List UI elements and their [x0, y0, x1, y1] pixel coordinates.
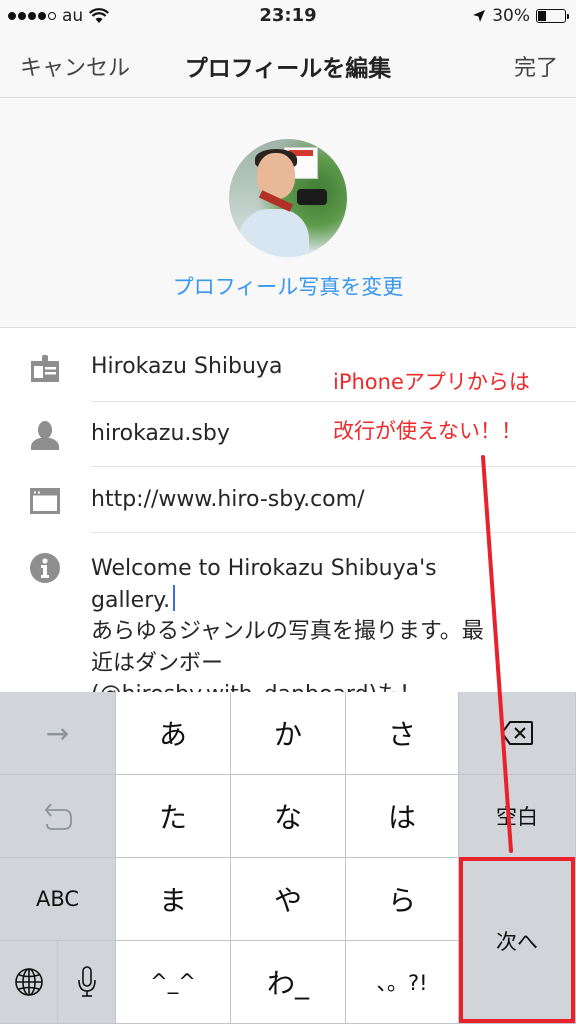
kana-key-ya[interactable]: や: [231, 858, 346, 941]
space-key[interactable]: 空白: [459, 775, 576, 858]
annotation-text: 改行が使えない！！: [333, 419, 522, 443]
navigation-bar: キャンセル プロフィールを編集 完了: [0, 32, 576, 98]
undo-icon: [44, 803, 72, 830]
globe-key[interactable]: [0, 941, 58, 1024]
delete-key[interactable]: [459, 692, 576, 775]
change-profile-photo-link[interactable]: プロフィール写真を変更: [0, 271, 576, 301]
bio-textarea[interactable]: Welcome to Hirokazu Shibuya's gallery. あ…: [91, 553, 551, 711]
battery-icon: [536, 9, 569, 23]
profile-photo-section: プロフィール写真を変更: [0, 99, 576, 328]
next-key[interactable]: 次へ: [459, 858, 576, 1024]
id-card-icon: [31, 355, 59, 382]
undo-key[interactable]: [0, 775, 116, 858]
website-field[interactable]: http://www.hiro-sby.com/: [0, 467, 576, 533]
next-candidate-key[interactable]: →: [0, 692, 116, 775]
text-cursor: [173, 584, 176, 611]
location-arrow-icon: [473, 10, 486, 22]
mic-icon: [77, 966, 96, 997]
battery-percent: 30%: [492, 6, 530, 26]
kana-key-a[interactable]: あ: [116, 692, 231, 775]
delete-icon: [500, 721, 533, 745]
globe-icon: [14, 968, 43, 996]
kana-key-ra[interactable]: ら: [346, 858, 459, 941]
kana-key-sa[interactable]: さ: [346, 692, 459, 775]
kana-key-ka[interactable]: か: [231, 692, 346, 775]
avatar[interactable]: [229, 139, 347, 257]
bio-line: Welcome to Hirokazu Shibuya's: [91, 556, 437, 581]
bio-field[interactable]: Welcome to Hirokazu Shibuya's gallery. あ…: [0, 533, 576, 707]
username-value[interactable]: hirokazu.sby: [91, 419, 230, 449]
person-icon: [31, 421, 59, 450]
bio-line: gallery.: [91, 587, 171, 613]
kana-key-ma[interactable]: ま: [116, 858, 231, 941]
bio-line: 近はダンボー: [91, 650, 224, 676]
kana-key-na[interactable]: な: [231, 775, 346, 858]
punctuation-key[interactable]: 、。?!: [346, 941, 459, 1024]
kana-key-wa[interactable]: わ_: [231, 941, 346, 1024]
abc-key[interactable]: ABC: [0, 858, 116, 941]
done-button[interactable]: 完了: [514, 50, 558, 82]
bio-line: あらゆるジャンルの写真を撮ります。最: [91, 619, 484, 644]
japanese-kana-keyboard: → あ か さ た な は 空白 ABC ま や ら 次へ ^_^ わ_ 、。?…: [0, 692, 576, 1024]
name-value[interactable]: Hirokazu Shibuya: [91, 352, 282, 382]
browser-window-icon: [30, 488, 60, 514]
annotation-text: iPhoneアプリからは: [333, 370, 530, 394]
website-value[interactable]: http://www.hiro-sby.com/: [91, 485, 364, 515]
kana-key-ta[interactable]: た: [116, 775, 231, 858]
kaomoji-key[interactable]: ^_^: [116, 941, 231, 1024]
page-title: プロフィールを編集: [184, 56, 392, 82]
status-bar: au 23:19 30%: [0, 0, 576, 32]
kana-key-ha[interactable]: は: [346, 775, 459, 858]
info-icon: [30, 553, 60, 583]
dictation-key[interactable]: [58, 941, 116, 1024]
